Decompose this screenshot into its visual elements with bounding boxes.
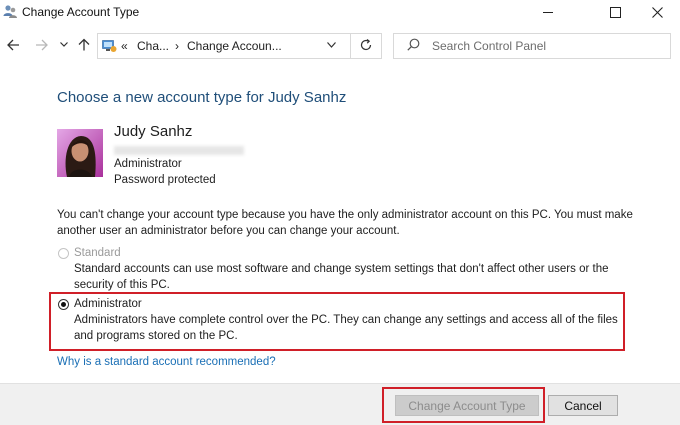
user-name: Judy Sanhz <box>114 123 193 140</box>
control-panel-icon <box>102 40 117 52</box>
standard-radio[interactable] <box>58 248 69 259</box>
forward-icon[interactable] <box>35 39 48 51</box>
window-title: Change Account Type <box>22 5 140 19</box>
user-role: Administrator <box>114 158 182 170</box>
standard-label: Standard <box>74 247 121 259</box>
user-avatar <box>57 129 103 177</box>
refresh-icon[interactable] <box>360 39 372 51</box>
radio-selected-dot <box>61 302 66 307</box>
recent-locations-icon[interactable] <box>60 42 68 47</box>
administrator-label: Administrator <box>74 298 142 310</box>
warning-message: You can't change your account type becau… <box>57 209 633 237</box>
breadcrumb-overflow-icon[interactable]: « <box>121 39 128 53</box>
maximize-icon <box>609 6 621 18</box>
back-icon[interactable] <box>7 39 20 51</box>
address-dropdown-icon[interactable] <box>327 42 336 48</box>
administrator-radio[interactable] <box>58 299 69 310</box>
standard-description: Standard accounts can use most software … <box>74 263 609 291</box>
up-icon[interactable] <box>78 38 90 51</box>
minimize-icon <box>543 11 553 13</box>
standard-account-help-link[interactable]: Why is a standard account recommended? <box>57 356 276 368</box>
close-button[interactable] <box>634 0 680 24</box>
search-input[interactable]: Search Control Panel <box>432 39 546 53</box>
users-app-icon <box>3 5 17 18</box>
blurred-email <box>114 146 244 155</box>
administrator-description: Administrators have complete control ove… <box>74 314 618 342</box>
user-password-status: Password protected <box>114 174 216 186</box>
breadcrumb-separator-icon: › <box>175 39 179 53</box>
change-account-type-button[interactable]: Change Account Type <box>395 395 539 416</box>
breadcrumb-item-control-panel[interactable]: Cha... <box>137 39 169 53</box>
maximize-button[interactable] <box>592 0 638 24</box>
close-icon <box>651 6 663 18</box>
cancel-button[interactable]: Cancel <box>548 395 618 416</box>
search-icon <box>407 38 420 51</box>
breadcrumb-item-change-account[interactable]: Change Accoun... <box>187 39 282 53</box>
minimize-button[interactable] <box>525 0 571 24</box>
address-divider <box>350 33 351 59</box>
page-heading: Choose a new account type for Judy Sanhz <box>57 89 347 106</box>
